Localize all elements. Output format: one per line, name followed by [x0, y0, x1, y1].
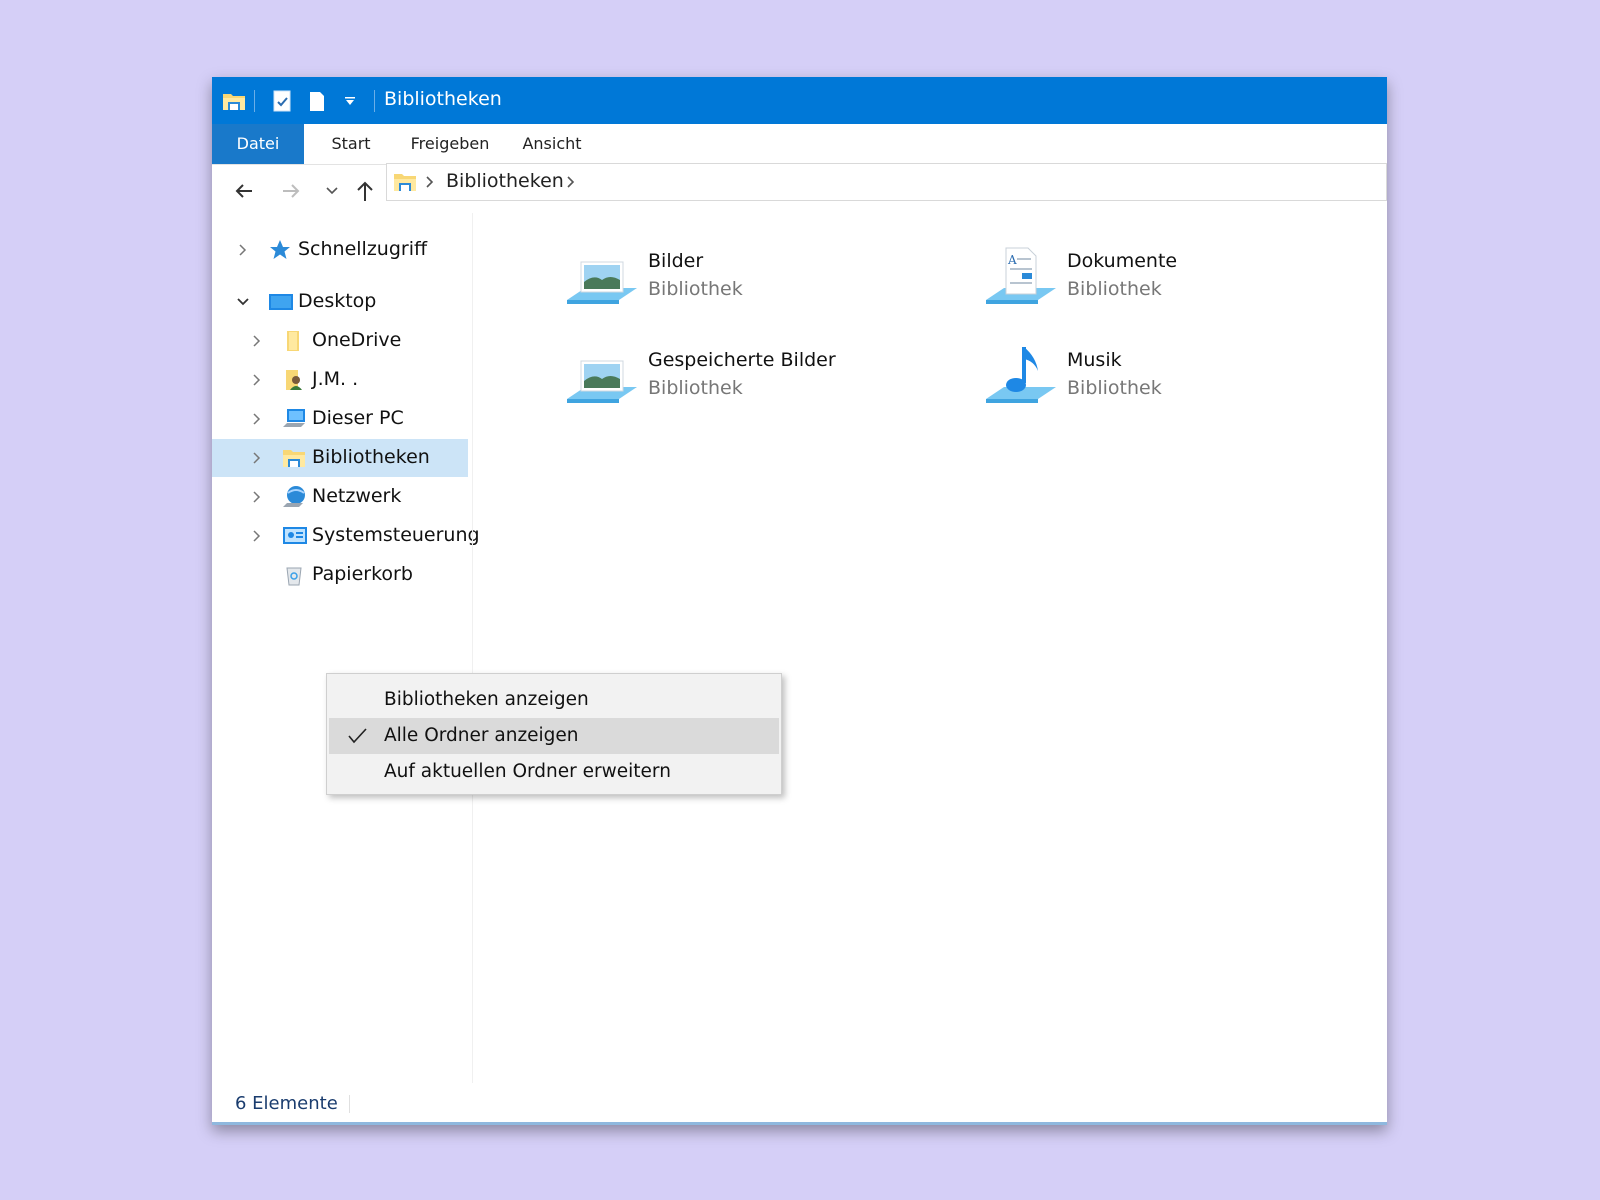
chevron-right-icon[interactable]: [250, 528, 264, 542]
back-arrow-icon: [235, 184, 252, 198]
svg-text:A: A: [1007, 253, 1017, 267]
ribbon-tabs: Datei Start Freigeben Ansicht: [212, 124, 1387, 165]
menu-item-label: Alle Ordner anzeigen: [384, 725, 579, 746]
chevron-right-icon[interactable]: [566, 174, 576, 193]
nav-label: Desktop: [298, 290, 377, 312]
explorer-folder-icon: [221, 89, 247, 113]
computer-icon: [282, 407, 306, 431]
user-folder-icon: [282, 368, 306, 392]
library-item-bilder[interactable]: Bilder Bibliothek: [565, 244, 925, 324]
title-bar: Bibliotheken: [212, 77, 1387, 124]
nav-item-onedrive[interactable]: OneDrive: [212, 322, 468, 360]
nav-label: Bibliotheken: [312, 446, 430, 468]
pane-divider[interactable]: [472, 213, 473, 1083]
library-type: Bibliothek: [1067, 278, 1162, 300]
folder-icon: [282, 329, 306, 353]
nav-label: Dieser PC: [312, 407, 404, 429]
up-arrow-icon: [357, 181, 373, 201]
nav-item-papierkorb[interactable]: Papierkorb: [212, 556, 468, 594]
recent-locations-button[interactable]: [320, 179, 344, 203]
checkmark-icon: [347, 726, 367, 746]
chevron-right-icon[interactable]: [250, 333, 264, 347]
menu-item-label: Bibliotheken anzeigen: [384, 689, 589, 710]
forward-arrow-icon: [283, 184, 300, 198]
nav-item-systemsteuerung[interactable]: Systemsteuerung: [212, 517, 480, 555]
nav-item-schnellzugriff[interactable]: Schnellzugriff: [212, 231, 468, 269]
library-name: Gespeicherte Bilder: [648, 349, 836, 371]
nav-item-netzwerk[interactable]: Netzwerk: [212, 478, 468, 516]
back-button[interactable]: [232, 179, 256, 203]
chevron-right-icon[interactable]: [250, 372, 264, 386]
explorer-window: Bibliotheken Datei Start Freigeben Ansic…: [212, 77, 1387, 1125]
chevron-right-icon[interactable]: [250, 411, 264, 425]
navigation-pane: Schnellzugriff Desktop OneDrive J.M. . D…: [212, 213, 480, 1085]
desktop-icon: [268, 290, 293, 314]
status-bar: 6 Elemente: [212, 1085, 1387, 1123]
tab-start[interactable]: Start: [316, 124, 386, 164]
nav-item-dieser-pc[interactable]: Dieser PC: [212, 400, 468, 438]
window-title: Bibliotheken: [384, 88, 502, 110]
music-library-icon: [984, 343, 1058, 417]
menu-item-label: Auf aktuellen Ordner erweitern: [384, 761, 671, 782]
forward-button[interactable]: [279, 179, 303, 203]
address-bar[interactable]: Bibliotheken: [386, 163, 1387, 201]
library-item-musik[interactable]: Musik Bibliothek: [984, 343, 1344, 423]
tab-datei[interactable]: Datei: [212, 124, 304, 164]
new-folder-icon[interactable]: [305, 89, 329, 113]
properties-icon[interactable]: [270, 89, 294, 113]
tab-ansicht[interactable]: Ansicht: [514, 124, 590, 164]
chevron-right-icon[interactable]: [250, 450, 264, 464]
nav-item-desktop[interactable]: Desktop: [212, 283, 468, 321]
library-type: Bibliothek: [648, 377, 743, 399]
saved-pictures-library-icon: [565, 343, 639, 417]
menu-item-show-all-folders[interactable]: Alle Ordner anzeigen: [329, 718, 779, 754]
nav-item-bibliotheken[interactable]: Bibliotheken: [212, 439, 468, 477]
item-count: 6 Elemente: [235, 1093, 338, 1114]
chevron-down-icon[interactable]: [236, 294, 250, 308]
libraries-folder-icon: [393, 171, 417, 197]
nav-label: Papierkorb: [312, 563, 413, 585]
star-icon: [268, 238, 292, 262]
menu-item-show-libraries[interactable]: Bibliotheken anzeigen: [329, 682, 779, 718]
chevron-down-icon: [326, 187, 338, 195]
pictures-library-icon: [565, 244, 639, 318]
nav-item-user[interactable]: J.M. .: [212, 361, 468, 399]
library-item-gespeicherte-bilder[interactable]: Gespeicherte Bilder Bibliothek: [565, 343, 925, 423]
network-icon: [282, 485, 306, 509]
libraries-icon: [282, 446, 306, 470]
recycle-bin-icon: [282, 563, 306, 587]
library-item-dokumente[interactable]: A Dokumente Bibliothek: [984, 244, 1344, 324]
chevron-right-icon[interactable]: [425, 174, 435, 193]
library-name: Bilder: [648, 250, 704, 272]
library-type: Bibliothek: [1067, 377, 1162, 399]
menu-item-expand-to-folder[interactable]: Auf aktuellen Ordner erweitern: [329, 754, 779, 790]
library-name: Musik: [1067, 349, 1122, 371]
control-panel-icon: [282, 524, 307, 548]
documents-library-icon: A: [984, 244, 1058, 318]
up-button[interactable]: [353, 179, 377, 203]
context-menu: Bibliotheken anzeigen Alle Ordner anzeig…: [326, 673, 782, 795]
chevron-right-icon[interactable]: [236, 242, 250, 256]
nav-label: J.M. .: [312, 368, 359, 390]
nav-label: OneDrive: [312, 329, 402, 351]
chevron-right-icon[interactable]: [250, 489, 264, 503]
library-type: Bibliothek: [648, 278, 743, 300]
tab-freigeben[interactable]: Freigeben: [402, 124, 498, 164]
nav-label: Netzwerk: [312, 485, 402, 507]
quick-access-dropdown-icon[interactable]: [340, 89, 360, 113]
nav-label: Schnellzugriff: [298, 238, 428, 260]
library-name: Dokumente: [1067, 250, 1178, 272]
nav-label: Systemsteuerung: [312, 524, 480, 546]
breadcrumb-libraries[interactable]: Bibliotheken: [446, 170, 564, 192]
